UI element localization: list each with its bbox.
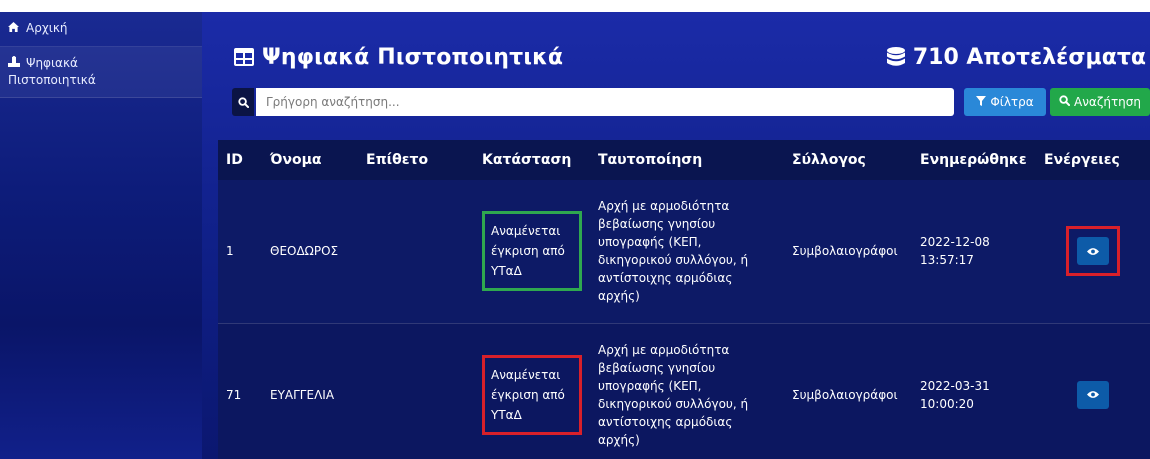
cell-updated: 2022-12-08 13:57:17 xyxy=(912,180,1036,323)
cell-first-name: ΘΕΟΔΩΡΟΣ xyxy=(262,180,358,323)
results-count-text: 710 Αποτελέσματα xyxy=(912,45,1146,70)
certificate-icon xyxy=(8,56,22,72)
column-header-updated[interactable]: Ενημερώθηκε xyxy=(912,140,1036,180)
cell-actions xyxy=(1036,180,1150,323)
updated-date: 2022-12-08 xyxy=(920,235,990,250)
cell-id: 1 xyxy=(218,180,262,323)
status-badge: Αναμένεται έγκριση από ΥΤαΔ xyxy=(482,211,582,292)
column-header-id[interactable]: ID xyxy=(218,140,262,180)
highlight-outline xyxy=(1066,226,1120,277)
search-icon xyxy=(1059,95,1071,109)
table-row: 71 ΕΥΑΓΓΕΛΙΑ Αναμένεται έγκριση από ΥΤαΔ… xyxy=(218,322,1150,459)
filter-button[interactable]: Φίλτρα xyxy=(964,88,1046,116)
sidebar-item-label: Αρχική xyxy=(26,21,68,35)
view-button[interactable] xyxy=(1077,380,1109,409)
sidebar-item-home[interactable]: Αρχική xyxy=(0,12,202,47)
table-header-row: ID Όνομα Επίθετο Κατάσταση Ταυτοποίηση Σ… xyxy=(218,140,1150,180)
cell-last-name xyxy=(358,322,474,459)
eye-icon xyxy=(1087,247,1099,255)
cell-identification: Αρχή με αρμοδιότητα βεβαίωσης γνησίου υπ… xyxy=(590,180,784,323)
page-header: Ψηφιακά Πιστοποιητικά 710 Αποτελέσματα xyxy=(202,12,1150,82)
filter-icon xyxy=(976,95,987,109)
eye-icon xyxy=(1087,391,1099,399)
filter-button-label: Φίλτρα xyxy=(990,95,1034,109)
main-content: Ψηφιακά Πιστοποιητικά 710 Αποτελέσματα Γ… xyxy=(202,12,1150,459)
cell-identification: Αρχή με αρμοδιότητα βεβαίωσης γνησίου υπ… xyxy=(590,322,784,459)
cell-updated: 2022-03-31 10:00:20 xyxy=(912,322,1036,459)
cell-status: Αναμένεται έγκριση από ΥΤαΔ xyxy=(474,322,590,459)
sidebar-item-label: Ψηφιακά xyxy=(26,56,78,70)
view-button[interactable] xyxy=(1077,237,1109,266)
sidebar-item-label-line2: Πιστοποιητικά xyxy=(8,73,96,87)
search-input[interactable] xyxy=(256,88,954,116)
cell-actions xyxy=(1036,322,1150,459)
cell-status: Αναμένεται έγκριση από ΥΤαΔ xyxy=(474,180,590,323)
cell-last-name xyxy=(358,180,474,323)
table-row: 1 ΘΕΟΔΩΡΟΣ Αναμένεται έγκριση από ΥΤαΔ Α… xyxy=(218,180,1150,323)
column-header-status[interactable]: Κατάσταση xyxy=(474,140,590,180)
column-header-last-name[interactable]: Επίθετο xyxy=(358,140,474,180)
updated-date: 2022-03-31 xyxy=(920,378,990,393)
search-button[interactable]: Αναζήτηση xyxy=(1050,88,1150,116)
updated-time: 13:57:17 xyxy=(920,253,974,268)
column-header-actions: Ενέργειες xyxy=(1036,140,1150,180)
column-header-identification[interactable]: Ταυτοποίηση xyxy=(590,140,784,180)
app-frame: Αρχική Ψηφιακά Πιστοποιητικά Ψηφιακά Πισ… xyxy=(0,12,1150,459)
results-count: 710 Αποτελέσματα xyxy=(886,45,1146,70)
page-title-text: Ψηφιακά Πιστοποιητικά xyxy=(262,45,564,70)
cell-association: Συμβολαιογράφοι xyxy=(784,180,912,323)
page-title: Ψηφιακά Πιστοποιητικά xyxy=(234,45,563,70)
cell-first-name: ΕΥΑΓΓΕΛΙΑ xyxy=(262,322,358,459)
home-icon xyxy=(8,21,22,37)
search-icon xyxy=(232,88,254,116)
sidebar-item-certificates[interactable]: Ψηφιακά Πιστοποιητικά xyxy=(0,47,202,98)
search-button-label: Αναζήτηση xyxy=(1074,95,1141,109)
updated-time: 10:00:20 xyxy=(920,396,974,411)
column-header-first-name[interactable]: Όνομα xyxy=(262,140,358,180)
status-badge: Αναμένεται έγκριση από ΥΤαΔ xyxy=(482,354,582,435)
cell-id: 71 xyxy=(218,322,262,459)
database-icon xyxy=(886,47,905,67)
column-header-association[interactable]: Σύλλογος xyxy=(784,140,912,180)
certificates-table: ID Όνομα Επίθετο Κατάσταση Ταυτοποίηση Σ… xyxy=(218,140,1150,459)
sidebar: Αρχική Ψηφιακά Πιστοποιητικά xyxy=(0,12,202,459)
table-icon xyxy=(234,47,254,66)
cell-association: Συμβολαιογράφοι xyxy=(784,322,912,459)
